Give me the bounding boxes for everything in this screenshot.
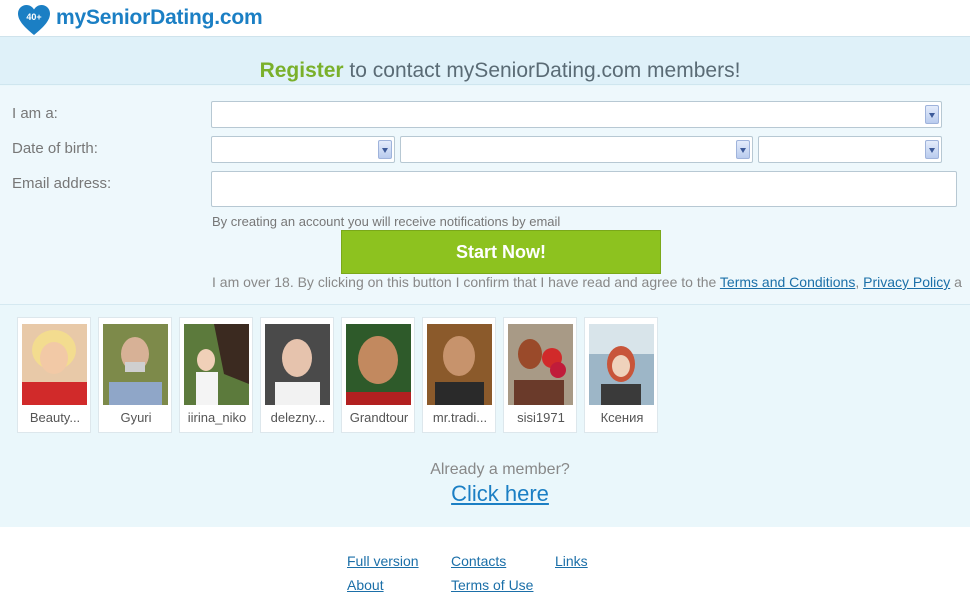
register-highlight: Register xyxy=(259,59,344,82)
dob-year-select[interactable] xyxy=(758,136,942,163)
profile-name[interactable]: Gyuri xyxy=(99,410,173,425)
profile-photo[interactable] xyxy=(103,324,168,405)
profile-photo[interactable] xyxy=(346,324,411,405)
email-field[interactable] xyxy=(211,171,957,207)
legal-separator: , xyxy=(855,274,864,290)
chevron-down-icon xyxy=(736,140,750,159)
start-now-button[interactable]: Start Now! xyxy=(341,230,661,274)
email-label: Email address: xyxy=(12,175,112,192)
dob-day-select[interactable] xyxy=(211,136,395,163)
profile-photo[interactable] xyxy=(508,324,573,405)
full-version-link[interactable]: Full version xyxy=(347,553,419,569)
profile-photo[interactable] xyxy=(427,324,492,405)
site-footer: Full version Contacts Links About Terms … xyxy=(0,527,970,602)
profile-photo[interactable] xyxy=(22,324,87,405)
register-title: Register to contact mySeniorDating.com m… xyxy=(0,59,970,83)
site-header: 40+ mySeniorDating.com xyxy=(0,0,970,37)
dob-month-select[interactable] xyxy=(400,136,753,163)
contacts-link[interactable]: Contacts xyxy=(451,553,506,569)
about-link[interactable]: About xyxy=(347,577,384,593)
dob-label: Date of birth: xyxy=(12,140,98,157)
profile-name[interactable]: Ксения xyxy=(585,410,659,425)
privacy-policy-link[interactable]: Privacy Policy xyxy=(863,274,950,290)
profile-card[interactable]: Gyuri xyxy=(98,317,172,433)
profile-card[interactable]: Beauty... xyxy=(17,317,91,433)
chevron-down-icon xyxy=(925,105,939,124)
profile-card[interactable]: sisi1971 xyxy=(503,317,577,433)
login-link[interactable]: Click here xyxy=(0,481,970,507)
heart-logo-icon[interactable]: 40+ xyxy=(17,4,51,36)
profile-card[interactable]: mr.tradi... xyxy=(422,317,496,433)
signup-form: I am a: Date of birth: Email address: By… xyxy=(0,86,970,305)
profile-name[interactable]: iirina_niko xyxy=(180,410,254,425)
legal-prefix: I am over 18. By clicking on this button… xyxy=(212,274,720,290)
legal-tail: a xyxy=(950,274,962,290)
profile-photo[interactable] xyxy=(589,324,654,405)
profile-name[interactable]: sisi1971 xyxy=(504,410,578,425)
gender-select[interactable] xyxy=(211,101,942,128)
profile-card[interactable]: iirina_niko xyxy=(179,317,253,433)
profile-card[interactable]: Ксения xyxy=(584,317,658,433)
legal-text: I am over 18. By clicking on this button… xyxy=(212,274,962,290)
profile-photo[interactable] xyxy=(265,324,330,405)
profile-name[interactable]: Beauty... xyxy=(18,410,92,425)
iam-label: I am a: xyxy=(12,105,58,122)
already-member-text: Already a member? xyxy=(430,461,570,478)
terms-and-conditions-link[interactable]: Terms and Conditions xyxy=(720,274,855,290)
links-link[interactable]: Links xyxy=(555,553,588,569)
profile-card[interactable]: Grandtour xyxy=(341,317,415,433)
email-notice: By creating an account you will receive … xyxy=(212,214,561,229)
site-logo-text[interactable]: mySeniorDating.com xyxy=(56,6,263,30)
chevron-down-icon xyxy=(378,140,392,159)
profile-name[interactable]: delezny... xyxy=(261,410,335,425)
profile-card[interactable]: delezny... xyxy=(260,317,334,433)
chevron-down-icon xyxy=(925,140,939,159)
terms-of-use-link[interactable]: Terms of Use xyxy=(451,577,533,593)
profile-photo[interactable] xyxy=(184,324,249,405)
profile-name[interactable]: Grandtour xyxy=(342,410,416,425)
register-title-rest: to contact mySeniorDating.com members! xyxy=(343,59,741,82)
profile-name[interactable]: mr.tradi... xyxy=(423,410,497,425)
registration-panel: Register to contact mySeniorDating.com m… xyxy=(0,37,970,527)
svg-text:40+: 40+ xyxy=(26,12,41,22)
